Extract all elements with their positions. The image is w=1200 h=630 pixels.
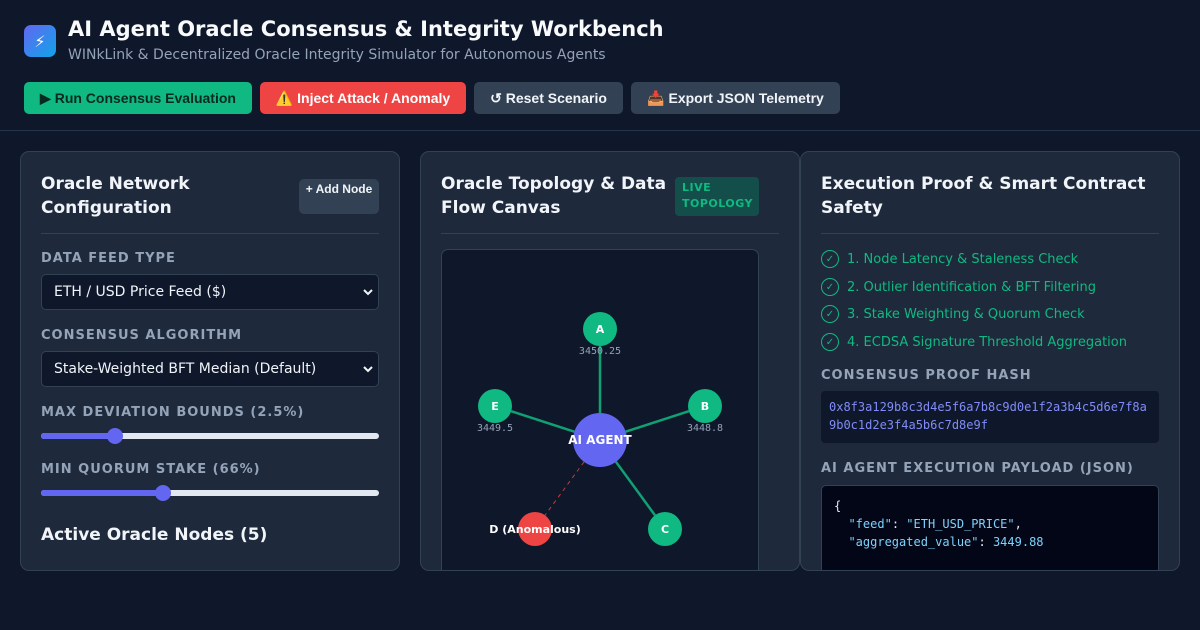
algorithm-value: Stake-Weighted BFT Median (Default) — [54, 361, 317, 377]
app-subtitle: WINkLink & Decentralized Oracle Integrit… — [68, 47, 606, 63]
divider — [441, 233, 779, 234]
feed-type-value: ETH / USD Price Feed ($) — [54, 284, 227, 300]
deviation-slider[interactable] — [41, 428, 379, 444]
proof-step: ✓ 4. ECDSA Signature Threshold Aggregati… — [821, 332, 1127, 352]
json-brace: { — [834, 499, 842, 513]
node-label: C — [661, 523, 669, 536]
topology-panel: Oracle Topology & Data Flow Canvas LIVE … — [420, 151, 800, 571]
proof-step-label: 1. Node Latency & Staleness Check — [847, 251, 1079, 267]
proof-step-label: 2. Outlier Identification & BFT Filterin… — [847, 279, 1096, 295]
link-e — [510, 410, 575, 433]
slider-handle[interactable] — [107, 428, 124, 444]
proof-panel-title: Execution Proof & Smart Contract Safety — [821, 174, 1146, 218]
topology-panel-title: Oracle Topology & Data Flow Canvas — [441, 174, 667, 218]
algorithm-label: CONSENSUS ALGORITHM — [41, 328, 242, 343]
live-topology-badge: LIVE TOPOLOGY — [675, 177, 759, 216]
proof-step-label: 3. Stake Weighting & Quorum Check — [847, 306, 1085, 322]
node-value: 3448.8 — [687, 423, 723, 434]
active-nodes-title: Active Oracle Nodes (5) — [41, 525, 268, 545]
app-title: AI Agent Oracle Consensus & Integrity Wo… — [68, 17, 664, 41]
chevron-down-icon — [363, 289, 373, 296]
divider — [41, 233, 379, 234]
node-label: B — [701, 400, 709, 413]
link-c — [614, 461, 656, 517]
check-circle-icon: ✓ — [821, 333, 839, 351]
export-json-button[interactable]: 📥 Export JSON Telemetry — [631, 82, 840, 114]
deviation-label: MAX DEVIATION BOUNDS (2.5%) — [41, 405, 305, 420]
quorum-slider[interactable] — [41, 485, 379, 501]
proof-hash-value: 0x8f3a129b8c3d4e5f6a7b8c9d0e1f2a3b4c5d6e… — [821, 391, 1159, 443]
json-key: "feed" — [848, 517, 892, 531]
json-key: "aggregated_value" — [848, 535, 979, 549]
payload-code-block: { "feed": "ETH_USD_PRICE", "aggregated_v… — [821, 485, 1159, 570]
inject-attack-button[interactable]: ⚠️ Inject Attack / Anomaly — [260, 82, 466, 114]
check-circle-icon: ✓ — [821, 250, 839, 268]
proof-step: ✓ 1. Node Latency & Staleness Check — [821, 249, 1078, 269]
node-value: 3449.5 — [477, 423, 513, 434]
proof-panel: Execution Proof & Smart Contract Safety … — [800, 151, 1180, 571]
link-b — [625, 410, 690, 433]
node-value: 3450.25 — [579, 346, 621, 357]
topology-canvas[interactable]: A 3450.25 B 3448.8 C D (Anomalous) E 3449.5 AI A… — [441, 249, 759, 570]
app-header: ⚡ AI Agent Oracle Consensus & Integrity … — [0, 0, 1200, 131]
slider-fill — [41, 490, 163, 496]
chevron-down-icon — [363, 366, 373, 373]
link-d — [544, 461, 585, 516]
quorum-label: MIN QUORUM STAKE (66%) — [41, 462, 261, 477]
reset-scenario-button[interactable]: ↺ Reset Scenario — [474, 82, 623, 114]
node-label: E — [491, 400, 499, 413]
config-panel: Oracle Network Configuration + Add Node … — [20, 151, 400, 571]
json-value: "ETH_USD_PRICE" — [906, 517, 1015, 531]
proof-step: ✓ 2. Outlier Identification & BFT Filter… — [821, 277, 1096, 297]
node-label: D (Anomalous) — [489, 523, 581, 536]
run-consensus-button[interactable]: ▶ Run Consensus Evaluation — [24, 82, 252, 114]
hub-label: AI AGENT — [568, 433, 632, 447]
proof-hash-label: CONSENSUS PROOF HASH — [821, 368, 1032, 383]
divider — [821, 233, 1159, 234]
algorithm-select[interactable]: Stake-Weighted BFT Median (Default) — [41, 351, 379, 387]
add-node-button[interactable]: + Add Node — [299, 179, 379, 214]
json-value: 3449.88 — [992, 535, 1044, 549]
slider-handle[interactable] — [154, 485, 171, 501]
check-circle-icon: ✓ — [821, 305, 839, 323]
node-label: A — [596, 323, 605, 336]
topology-graph: A 3450.25 B 3448.8 C D (Anomalous) E 3449.5 AI A… — [477, 312, 723, 546]
check-circle-icon: ✓ — [821, 278, 839, 296]
slider-fill — [41, 433, 116, 439]
proof-step: ✓ 3. Stake Weighting & Quorum Check — [821, 304, 1085, 324]
feed-type-select[interactable]: ETH / USD Price Feed ($) — [41, 274, 379, 310]
payload-label: AI AGENT EXECUTION PAYLOAD (JSON) — [821, 461, 1134, 476]
feed-type-label: DATA FEED TYPE — [41, 251, 176, 266]
proof-step-label: 4. ECDSA Signature Threshold Aggregation — [847, 334, 1127, 350]
config-panel-title: Oracle Network Configuration — [41, 174, 190, 218]
lightning-icon: ⚡ — [24, 25, 56, 57]
